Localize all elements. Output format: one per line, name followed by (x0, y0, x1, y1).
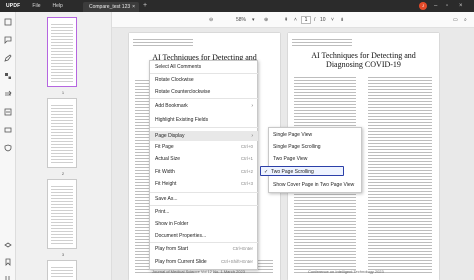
menu-item-play-from-current-slide[interactable]: Play from Current Slide Ctrl+Shift+Enter (150, 257, 258, 267)
submenu-item-single-page-view[interactable]: Single Page View (269, 130, 362, 140)
document-toolbar: ⊖ 58% ▾ ⊕ ⇞ ˄ 1 / 10 ˅ ⇟ ▭ ⌕ (112, 12, 474, 28)
minimize-icon[interactable]: – (434, 1, 437, 11)
tab-title: Compare_test 123 (89, 4, 131, 10)
menu-item-page-display[interactable]: Page Display › (150, 131, 258, 141)
zoom-level[interactable]: 58% (236, 16, 246, 24)
avatar[interactable]: J (419, 2, 427, 10)
left-toolbar (0, 12, 16, 280)
menu-item-play-from-start[interactable]: Play from Start Ctrl+Enter (150, 244, 258, 254)
convert-icon[interactable] (4, 90, 12, 98)
menu-item-actual-size[interactable]: Actual Size Ctrl+1 (150, 154, 258, 164)
layers-icon[interactable] (4, 242, 12, 250)
chevron-right-icon: › (251, 103, 253, 109)
new-tab-icon[interactable]: + (143, 1, 147, 11)
submenu-item-two-page-scrolling[interactable]: ✓ Two Page Scrolling (260, 166, 344, 176)
zoom-dropdown-icon[interactable]: ▾ (252, 16, 255, 24)
ocr-icon[interactable] (4, 108, 12, 116)
form-icon[interactable] (4, 126, 12, 134)
menu-item-show-in-folder[interactable]: Show in Folder (150, 219, 258, 229)
menu-file[interactable]: File (32, 3, 40, 9)
last-page-icon[interactable]: ⇟ (340, 16, 344, 24)
chevron-right-icon: › (251, 133, 253, 139)
thumbnail-number: 3 (61, 252, 65, 257)
next-page-icon[interactable]: ˅ (331, 16, 334, 24)
document-tab[interactable]: Compare_test 123 × (83, 2, 139, 12)
menu-item-select-all-comments[interactable]: Select All Comments (150, 62, 258, 72)
context-menu: Select All Comments Rotate Clockwise Rot… (149, 60, 258, 270)
submenu-item-two-page-view[interactable]: Two Page View (269, 154, 362, 164)
thumbnail-number: 2 (61, 171, 65, 176)
submenu-item-single-page-scrolling[interactable]: Single Page Scrolling (269, 142, 362, 152)
edit-icon[interactable] (4, 54, 12, 62)
maximize-icon[interactable]: ▫ (446, 1, 448, 11)
menu-item-add-bookmark[interactable]: Add Bookmark › (150, 101, 258, 111)
page-display-submenu: Single Page View Single Page Scrolling T… (260, 127, 362, 193)
first-page-icon[interactable]: ⇞ (284, 16, 288, 24)
thumbnail-page[interactable] (47, 179, 77, 249)
page-footer-right: Conference on Intelligent Technology 202… (308, 269, 384, 274)
menu-item-document-properties[interactable]: Document Properties... (150, 231, 258, 241)
submenu-item-show-cover-page[interactable]: Show Cover Page in Two Page View (269, 180, 362, 190)
page-title-right: AI Techniques for Detecting and Diagnosi… (311, 51, 416, 69)
reader-icon[interactable] (4, 18, 12, 26)
menu-item-print[interactable]: Print... (150, 207, 258, 217)
page-separator: / (314, 17, 316, 23)
thumbnail-page[interactable] (47, 17, 77, 87)
comment-icon[interactable] (4, 36, 12, 44)
menu-item-rotate-counterclockwise[interactable]: Rotate Counterclockwise (150, 87, 258, 97)
thumbnail-page[interactable] (47, 260, 77, 280)
bookmark-icon[interactable] (4, 258, 12, 266)
attachment-icon[interactable] (4, 274, 12, 280)
present-icon[interactable]: ▭ (453, 16, 458, 24)
page-total: 10 (320, 17, 326, 23)
menu-item-fit-width[interactable]: Fit Width Ctrl+2 (150, 167, 258, 177)
menu-item-fit-page[interactable]: Fit Page Ctrl+0 (150, 142, 258, 152)
zoom-in-icon[interactable]: ⊕ (264, 16, 268, 24)
menu-item-save-as[interactable]: Save As... (150, 194, 258, 204)
menu-item-rotate-clockwise[interactable]: Rotate Clockwise (150, 75, 258, 85)
menu-help[interactable]: Help (52, 3, 62, 9)
page-number-input[interactable]: 1 (301, 16, 311, 24)
protect-icon[interactable] (4, 144, 12, 152)
organize-pages-icon[interactable] (4, 72, 12, 80)
menu-item-highlight-existing-fields[interactable]: Highlight Existing Fields (150, 115, 258, 125)
checkmark-icon: ✓ (264, 169, 269, 175)
tab-close-icon[interactable]: × (132, 2, 135, 12)
thumbnail-panel: 1 2 3 (16, 12, 112, 280)
prev-page-icon[interactable]: ˄ (294, 16, 297, 24)
app-logo: UPDF (6, 3, 21, 9)
close-window-icon[interactable]: × (459, 1, 463, 11)
thumbnail-number: 1 (61, 90, 65, 95)
menu-item-fit-height[interactable]: Fit Height Ctrl+3 (150, 179, 258, 189)
thumbnail-page[interactable] (47, 98, 77, 168)
title-bar: UPDF File Help (0, 0, 474, 12)
zoom-out-icon[interactable]: ⊖ (209, 16, 213, 24)
search-icon[interactable]: ⌕ (464, 16, 467, 24)
